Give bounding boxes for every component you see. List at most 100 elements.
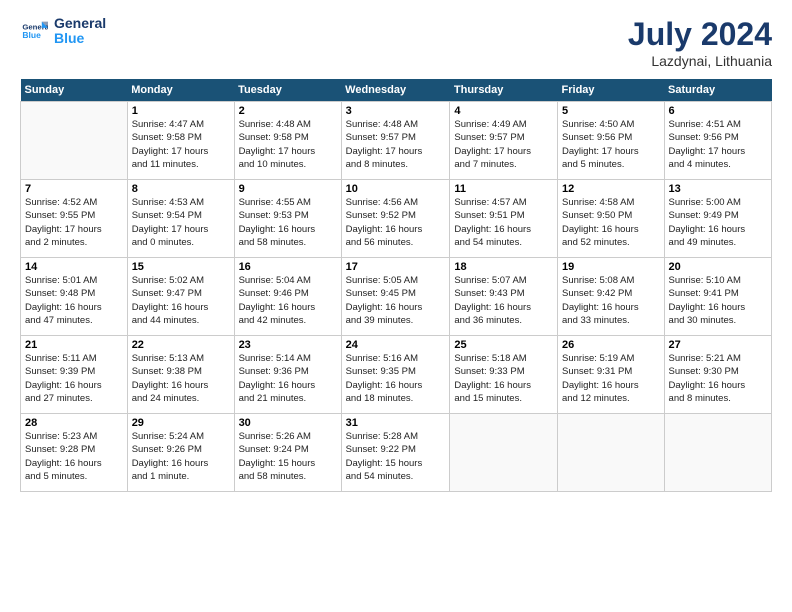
calendar-cell: 17Sunrise: 5:05 AM Sunset: 9:45 PM Dayli…	[341, 258, 450, 336]
calendar-header: SundayMondayTuesdayWednesdayThursdayFrid…	[21, 79, 772, 102]
day-number: 27	[669, 339, 767, 351]
day-number: 31	[346, 417, 446, 429]
calendar-cell: 22Sunrise: 5:13 AM Sunset: 9:38 PM Dayli…	[127, 336, 234, 414]
calendar-cell: 11Sunrise: 4:57 AM Sunset: 9:51 PM Dayli…	[450, 180, 558, 258]
cell-info: Sunrise: 5:08 AM Sunset: 9:42 PM Dayligh…	[562, 274, 660, 327]
cell-info: Sunrise: 5:14 AM Sunset: 9:36 PM Dayligh…	[239, 352, 337, 405]
cell-info: Sunrise: 5:26 AM Sunset: 9:24 PM Dayligh…	[239, 430, 337, 483]
cell-info: Sunrise: 5:02 AM Sunset: 9:47 PM Dayligh…	[132, 274, 230, 327]
calendar-cell: 4Sunrise: 4:49 AM Sunset: 9:57 PM Daylig…	[450, 102, 558, 180]
day-number: 18	[454, 261, 553, 273]
weekday-header-thursday: Thursday	[450, 79, 558, 102]
logo-icon: General Blue	[20, 17, 48, 45]
weekday-row: SundayMondayTuesdayWednesdayThursdayFrid…	[21, 79, 772, 102]
calendar-week-2: 7Sunrise: 4:52 AM Sunset: 9:55 PM Daylig…	[21, 180, 772, 258]
title-block: July 2024 Lazdynai, Lithuania	[628, 16, 772, 69]
calendar-cell: 8Sunrise: 4:53 AM Sunset: 9:54 PM Daylig…	[127, 180, 234, 258]
weekday-header-monday: Monday	[127, 79, 234, 102]
logo-text: General Blue	[54, 16, 106, 47]
cell-info: Sunrise: 5:21 AM Sunset: 9:30 PM Dayligh…	[669, 352, 767, 405]
calendar-cell: 24Sunrise: 5:16 AM Sunset: 9:35 PM Dayli…	[341, 336, 450, 414]
calendar-cell: 15Sunrise: 5:02 AM Sunset: 9:47 PM Dayli…	[127, 258, 234, 336]
calendar-cell: 18Sunrise: 5:07 AM Sunset: 9:43 PM Dayli…	[450, 258, 558, 336]
calendar-week-1: 1Sunrise: 4:47 AM Sunset: 9:58 PM Daylig…	[21, 102, 772, 180]
cell-info: Sunrise: 5:23 AM Sunset: 9:28 PM Dayligh…	[25, 430, 123, 483]
day-number: 6	[669, 105, 767, 117]
day-number: 20	[669, 261, 767, 273]
day-number: 5	[562, 105, 660, 117]
calendar-cell: 27Sunrise: 5:21 AM Sunset: 9:30 PM Dayli…	[664, 336, 771, 414]
cell-info: Sunrise: 4:56 AM Sunset: 9:52 PM Dayligh…	[346, 196, 446, 249]
weekday-header-saturday: Saturday	[664, 79, 771, 102]
calendar-table: SundayMondayTuesdayWednesdayThursdayFrid…	[20, 79, 772, 492]
calendar-body: 1Sunrise: 4:47 AM Sunset: 9:58 PM Daylig…	[21, 102, 772, 492]
calendar-cell: 16Sunrise: 5:04 AM Sunset: 9:46 PM Dayli…	[234, 258, 341, 336]
calendar-cell: 23Sunrise: 5:14 AM Sunset: 9:36 PM Dayli…	[234, 336, 341, 414]
cell-info: Sunrise: 4:48 AM Sunset: 9:58 PM Dayligh…	[239, 118, 337, 171]
calendar-cell: 30Sunrise: 5:26 AM Sunset: 9:24 PM Dayli…	[234, 414, 341, 492]
calendar-cell: 10Sunrise: 4:56 AM Sunset: 9:52 PM Dayli…	[341, 180, 450, 258]
calendar-cell	[450, 414, 558, 492]
cell-info: Sunrise: 5:19 AM Sunset: 9:31 PM Dayligh…	[562, 352, 660, 405]
weekday-header-wednesday: Wednesday	[341, 79, 450, 102]
calendar-cell: 19Sunrise: 5:08 AM Sunset: 9:42 PM Dayli…	[558, 258, 665, 336]
calendar-cell	[664, 414, 771, 492]
header: General Blue General Blue July 2024 Lazd…	[20, 16, 772, 69]
day-number: 28	[25, 417, 123, 429]
day-number: 1	[132, 105, 230, 117]
calendar-week-3: 14Sunrise: 5:01 AM Sunset: 9:48 PM Dayli…	[21, 258, 772, 336]
cell-info: Sunrise: 4:53 AM Sunset: 9:54 PM Dayligh…	[132, 196, 230, 249]
cell-info: Sunrise: 4:58 AM Sunset: 9:50 PM Dayligh…	[562, 196, 660, 249]
svg-text:Blue: Blue	[22, 30, 41, 40]
logo: General Blue General Blue	[20, 16, 106, 47]
cell-info: Sunrise: 5:28 AM Sunset: 9:22 PM Dayligh…	[346, 430, 446, 483]
cell-info: Sunrise: 4:50 AM Sunset: 9:56 PM Dayligh…	[562, 118, 660, 171]
calendar-cell: 26Sunrise: 5:19 AM Sunset: 9:31 PM Dayli…	[558, 336, 665, 414]
cell-info: Sunrise: 5:05 AM Sunset: 9:45 PM Dayligh…	[346, 274, 446, 327]
day-number: 10	[346, 183, 446, 195]
day-number: 25	[454, 339, 553, 351]
day-number: 29	[132, 417, 230, 429]
cell-info: Sunrise: 4:52 AM Sunset: 9:55 PM Dayligh…	[25, 196, 123, 249]
day-number: 12	[562, 183, 660, 195]
day-number: 8	[132, 183, 230, 195]
calendar-cell: 1Sunrise: 4:47 AM Sunset: 9:58 PM Daylig…	[127, 102, 234, 180]
calendar-cell: 31Sunrise: 5:28 AM Sunset: 9:22 PM Dayli…	[341, 414, 450, 492]
day-number: 4	[454, 105, 553, 117]
day-number: 2	[239, 105, 337, 117]
weekday-header-sunday: Sunday	[21, 79, 128, 102]
calendar-cell: 28Sunrise: 5:23 AM Sunset: 9:28 PM Dayli…	[21, 414, 128, 492]
day-number: 22	[132, 339, 230, 351]
weekday-header-tuesday: Tuesday	[234, 79, 341, 102]
calendar-cell: 7Sunrise: 4:52 AM Sunset: 9:55 PM Daylig…	[21, 180, 128, 258]
calendar-cell: 12Sunrise: 4:58 AM Sunset: 9:50 PM Dayli…	[558, 180, 665, 258]
cell-info: Sunrise: 5:16 AM Sunset: 9:35 PM Dayligh…	[346, 352, 446, 405]
calendar-cell: 25Sunrise: 5:18 AM Sunset: 9:33 PM Dayli…	[450, 336, 558, 414]
day-number: 11	[454, 183, 553, 195]
calendar-cell: 2Sunrise: 4:48 AM Sunset: 9:58 PM Daylig…	[234, 102, 341, 180]
calendar-cell: 3Sunrise: 4:48 AM Sunset: 9:57 PM Daylig…	[341, 102, 450, 180]
cell-info: Sunrise: 5:24 AM Sunset: 9:26 PM Dayligh…	[132, 430, 230, 483]
cell-info: Sunrise: 4:51 AM Sunset: 9:56 PM Dayligh…	[669, 118, 767, 171]
calendar-week-4: 21Sunrise: 5:11 AM Sunset: 9:39 PM Dayli…	[21, 336, 772, 414]
calendar-week-5: 28Sunrise: 5:23 AM Sunset: 9:28 PM Dayli…	[21, 414, 772, 492]
cell-info: Sunrise: 4:47 AM Sunset: 9:58 PM Dayligh…	[132, 118, 230, 171]
calendar-cell	[21, 102, 128, 180]
calendar-cell: 9Sunrise: 4:55 AM Sunset: 9:53 PM Daylig…	[234, 180, 341, 258]
cell-info: Sunrise: 5:01 AM Sunset: 9:48 PM Dayligh…	[25, 274, 123, 327]
cell-info: Sunrise: 5:11 AM Sunset: 9:39 PM Dayligh…	[25, 352, 123, 405]
weekday-header-friday: Friday	[558, 79, 665, 102]
cell-info: Sunrise: 5:00 AM Sunset: 9:49 PM Dayligh…	[669, 196, 767, 249]
cell-info: Sunrise: 5:13 AM Sunset: 9:38 PM Dayligh…	[132, 352, 230, 405]
day-number: 16	[239, 261, 337, 273]
calendar-cell: 5Sunrise: 4:50 AM Sunset: 9:56 PM Daylig…	[558, 102, 665, 180]
day-number: 15	[132, 261, 230, 273]
day-number: 19	[562, 261, 660, 273]
day-number: 17	[346, 261, 446, 273]
cell-info: Sunrise: 4:57 AM Sunset: 9:51 PM Dayligh…	[454, 196, 553, 249]
cell-info: Sunrise: 5:04 AM Sunset: 9:46 PM Dayligh…	[239, 274, 337, 327]
page: General Blue General Blue July 2024 Lazd…	[0, 0, 792, 612]
cell-info: Sunrise: 4:48 AM Sunset: 9:57 PM Dayligh…	[346, 118, 446, 171]
calendar-cell: 29Sunrise: 5:24 AM Sunset: 9:26 PM Dayli…	[127, 414, 234, 492]
month-year: July 2024	[628, 16, 772, 53]
